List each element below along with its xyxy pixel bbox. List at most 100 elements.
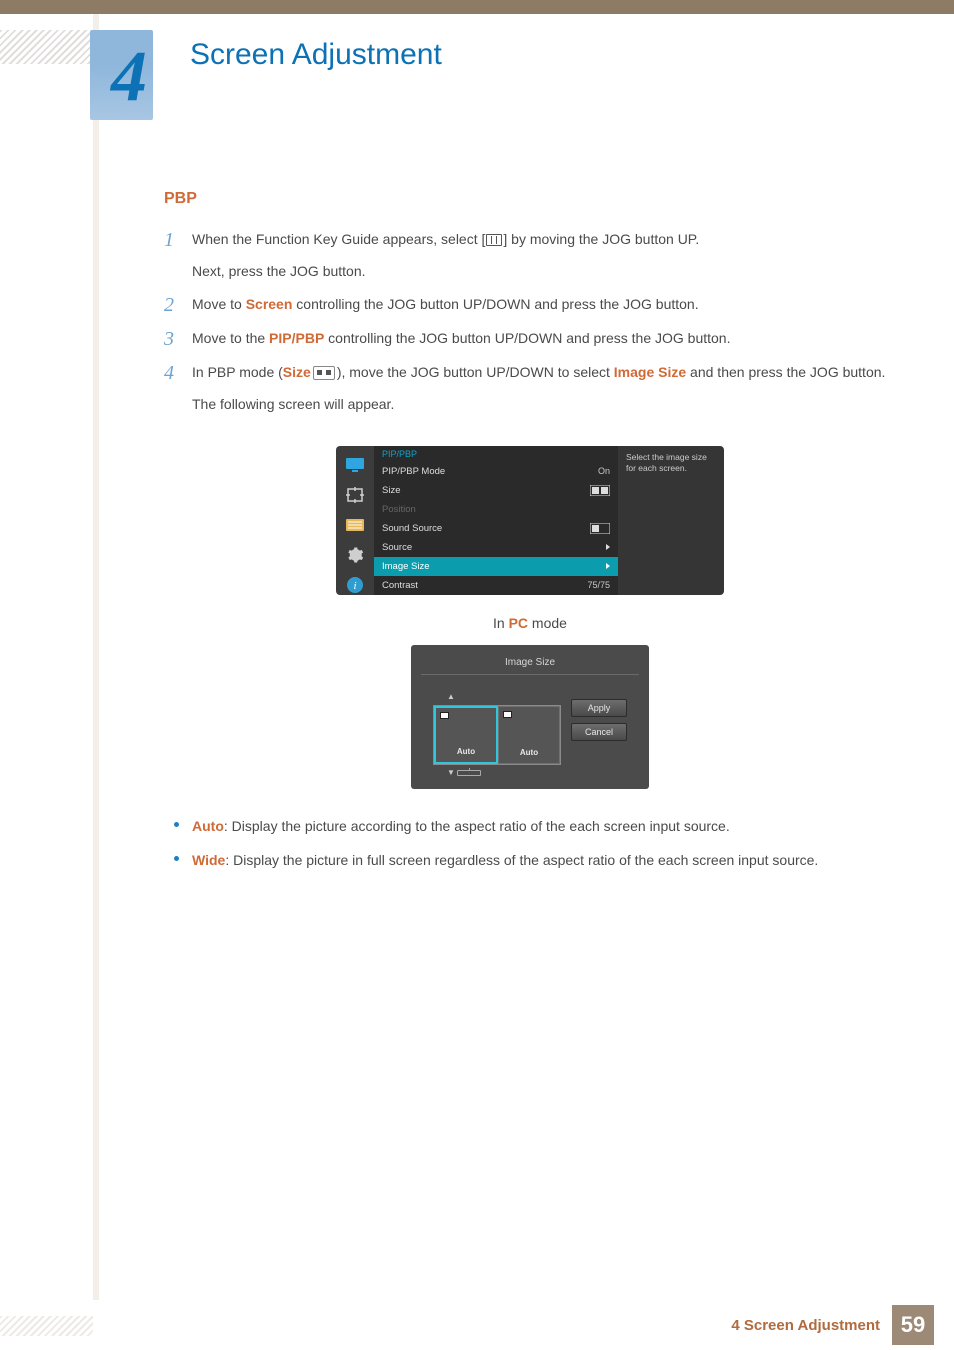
info-icon: i bbox=[345, 576, 365, 594]
step-text: ] by moving the JOG button UP. bbox=[503, 231, 699, 247]
mode-caption: In PC mode bbox=[164, 615, 896, 631]
selector-screenshot: Image Size ▲ Auto Auto ▼ bbox=[164, 645, 896, 789]
content-area: PBP 1 When the Function Key Guide appear… bbox=[164, 190, 896, 883]
list-icon bbox=[345, 516, 365, 534]
osd-label: Size bbox=[382, 485, 400, 496]
monitor-icon bbox=[345, 456, 365, 474]
step-text: ), move the JOG button UP/DOWN to select bbox=[337, 364, 614, 380]
keyword: PC bbox=[509, 615, 528, 631]
footer-text: 4 Screen Adjustment bbox=[731, 1317, 880, 1334]
osd-value-icon bbox=[606, 544, 610, 550]
caption-text: mode bbox=[528, 615, 567, 631]
osd-row-contrast: Contrast 75/75 bbox=[374, 576, 618, 595]
step-number: 3 bbox=[164, 327, 192, 351]
gear-icon bbox=[345, 546, 365, 564]
step-number: 2 bbox=[164, 293, 192, 317]
step-text: In PBP mode ( bbox=[192, 364, 283, 380]
keyword: PIP/PBP bbox=[269, 330, 324, 346]
osd-label: Source bbox=[382, 542, 412, 553]
step-subtext: The following screen will appear. bbox=[192, 393, 896, 415]
osd-label: Contrast bbox=[382, 580, 418, 591]
osd-value-icon bbox=[606, 563, 610, 569]
section-heading: PBP bbox=[164, 190, 896, 208]
step-text: controlling the JOG button UP/DOWN and p… bbox=[292, 296, 698, 312]
dual-screen-icon bbox=[313, 366, 335, 380]
step-text: Move to bbox=[192, 296, 246, 312]
dual-box-icon bbox=[590, 485, 610, 496]
keyword: Screen bbox=[246, 296, 293, 312]
step-body: In PBP mode (Size ), move the JOG button … bbox=[192, 361, 896, 416]
step-text: controlling the JOG button UP/DOWN and p… bbox=[324, 330, 730, 346]
osd-label: Sound Source bbox=[382, 523, 442, 534]
selector-screen-left: Auto bbox=[434, 706, 498, 764]
step-list: 1 When the Function Key Guide appears, s… bbox=[164, 228, 896, 416]
arrow-up-icon: ▲ bbox=[447, 693, 561, 701]
osd-row-source: Source bbox=[374, 538, 618, 557]
selector-title: Image Size bbox=[421, 653, 639, 675]
chapter-badge: 4 bbox=[90, 30, 153, 120]
osd-nav-rail: i bbox=[336, 446, 374, 595]
keyword: Auto bbox=[192, 818, 224, 834]
single-left-icon bbox=[590, 523, 610, 534]
step-body: Move to Screen controlling the JOG butto… bbox=[192, 293, 896, 317]
svg-text:i: i bbox=[353, 580, 356, 592]
step-text: When the Function Key Guide appears, sel… bbox=[192, 231, 485, 247]
step-3: 3 Move to the PIP/PBP controlling the JO… bbox=[164, 327, 896, 351]
osd-value-icon bbox=[590, 523, 610, 534]
selector-right-label: Auto bbox=[520, 748, 538, 757]
step-text: Move to the bbox=[192, 330, 269, 346]
chapter-number: 4 bbox=[111, 40, 147, 112]
step-body: Move to the PIP/PBP controlling the JOG … bbox=[192, 327, 896, 351]
step-4: 4 In PBP mode (Size ), move the JOG butto… bbox=[164, 361, 896, 416]
page-number: 59 bbox=[892, 1305, 934, 1345]
footer-hatch bbox=[0, 1316, 93, 1336]
osd-label: Image Size bbox=[382, 561, 430, 572]
arrow-right-icon bbox=[606, 563, 610, 569]
keyword: Wide bbox=[192, 852, 225, 868]
step-body: When the Function Key Guide appears, sel… bbox=[192, 228, 896, 283]
arrow-down-icon: ▼ bbox=[447, 769, 561, 777]
osd-value-icon bbox=[590, 485, 610, 496]
header-hatch bbox=[0, 30, 95, 64]
osd-value: On bbox=[598, 466, 610, 476]
bullet-wide: Wide: Display the picture in full screen… bbox=[192, 849, 896, 871]
keyword: Size bbox=[283, 364, 311, 380]
step-number: 4 bbox=[164, 361, 192, 416]
footer: 4 Screen Adjustment 59 bbox=[0, 1300, 954, 1350]
chapter-title: Screen Adjustment bbox=[190, 38, 442, 72]
bullet-auto: Auto: Display the picture according to t… bbox=[192, 815, 896, 837]
menu-icon bbox=[486, 234, 502, 246]
step-1: 1 When the Function Key Guide appears, s… bbox=[164, 228, 896, 283]
bullet-text: : Display the picture according to the a… bbox=[224, 818, 730, 834]
osd-row-sound: Sound Source bbox=[374, 519, 618, 538]
osd-row-position: Position bbox=[374, 500, 618, 519]
apply-button: Apply bbox=[571, 699, 627, 717]
osd-label: PIP/PBP Mode bbox=[382, 466, 445, 477]
osd-row-imagesize: Image Size bbox=[374, 557, 618, 576]
selector-screen-right: Auto bbox=[498, 706, 560, 764]
cancel-button: Cancel bbox=[571, 723, 627, 741]
osd-value: 75/75 bbox=[587, 580, 610, 590]
selector-left-label: Auto bbox=[457, 747, 475, 756]
osd-row-size: Size bbox=[374, 481, 618, 500]
arrow-right-icon bbox=[606, 544, 610, 550]
side-stripe bbox=[93, 14, 99, 1300]
osd-label: Position bbox=[382, 504, 416, 515]
keyword: Image Size bbox=[614, 364, 686, 380]
resize-icon bbox=[345, 486, 365, 504]
small-box-icon bbox=[440, 712, 449, 719]
step-text: and then press the JOG button. bbox=[686, 364, 885, 380]
step-subtext: Next, press the JOG button. bbox=[192, 260, 896, 282]
small-box-icon bbox=[503, 711, 512, 718]
bullet-list: Auto: Display the picture according to t… bbox=[164, 815, 896, 872]
step-number: 1 bbox=[164, 228, 192, 283]
top-bar bbox=[0, 0, 954, 14]
caption-text: In bbox=[493, 615, 509, 631]
osd-title: PIP/PBP bbox=[374, 446, 618, 462]
step-2: 2 Move to Screen controlling the JOG but… bbox=[164, 293, 896, 317]
osd-screenshot: i PIP/PBP PIP/PBP Mode On Size Position bbox=[164, 446, 896, 595]
osd-main: PIP/PBP PIP/PBP Mode On Size Position So… bbox=[374, 446, 618, 595]
bullet-text: : Display the picture in full screen reg… bbox=[225, 852, 818, 868]
osd-description: Select the image size for each screen. bbox=[618, 446, 724, 595]
osd-row-mode: PIP/PBP Mode On bbox=[374, 462, 618, 481]
